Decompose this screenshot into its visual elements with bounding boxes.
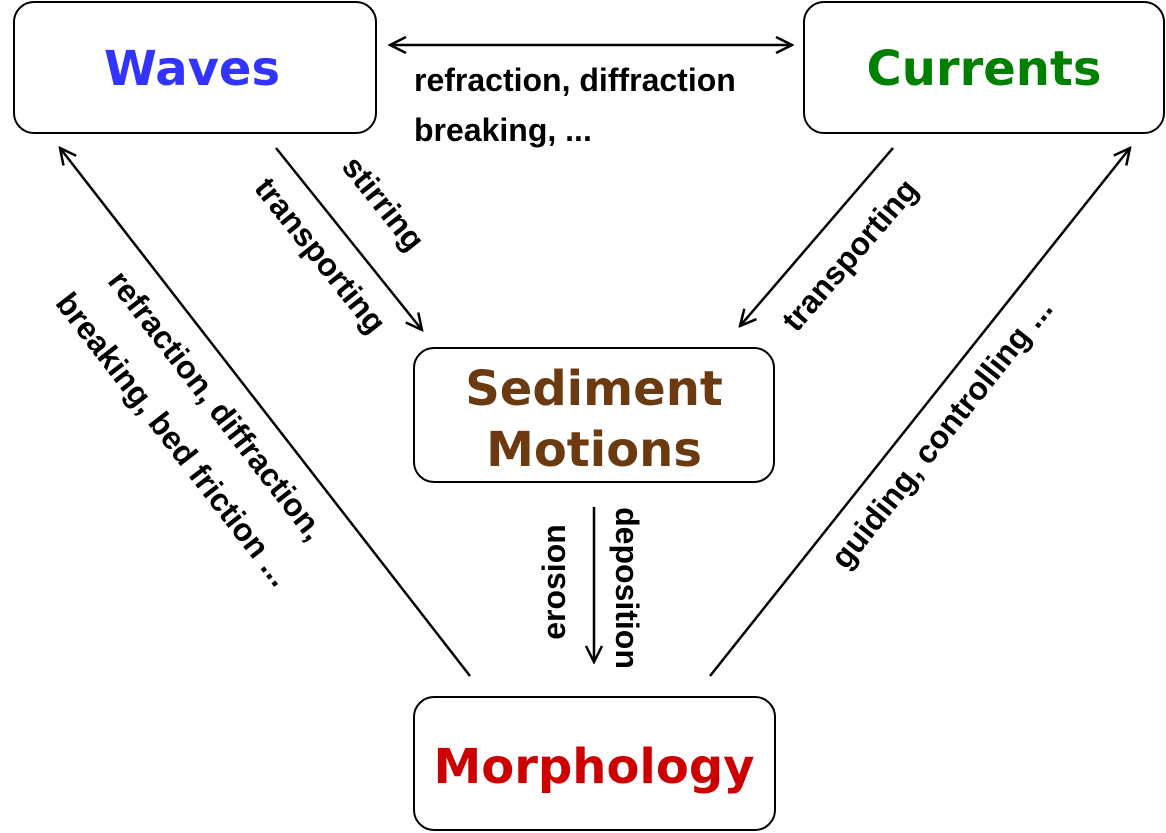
currents-label: Currents [867, 41, 1102, 97]
morphology-label: Morphology [434, 739, 755, 795]
node-waves: Waves [13, 1, 377, 134]
waves-label: Waves [104, 41, 280, 97]
node-sediment-motions: Sediment Motions [413, 347, 775, 483]
morphology-currents-label: guiding, controlling ... [823, 291, 1059, 575]
waves-currents-label-line2: breaking, ... [414, 112, 592, 148]
sediment-morphology-label-erosion: erosion [536, 524, 572, 640]
node-morphology: Morphology [413, 696, 776, 831]
sediment-label-line1: Sediment [465, 361, 723, 417]
waves-currents-label-line1: refraction, diffraction [414, 62, 736, 98]
node-currents: Currents [803, 1, 1165, 134]
diagram: Waves Currents Sediment Motions Morpholo… [13, 1, 1165, 831]
sediment-label-line2: Motions [486, 422, 702, 478]
sediment-morphology-label-deposition: deposition [609, 507, 645, 669]
